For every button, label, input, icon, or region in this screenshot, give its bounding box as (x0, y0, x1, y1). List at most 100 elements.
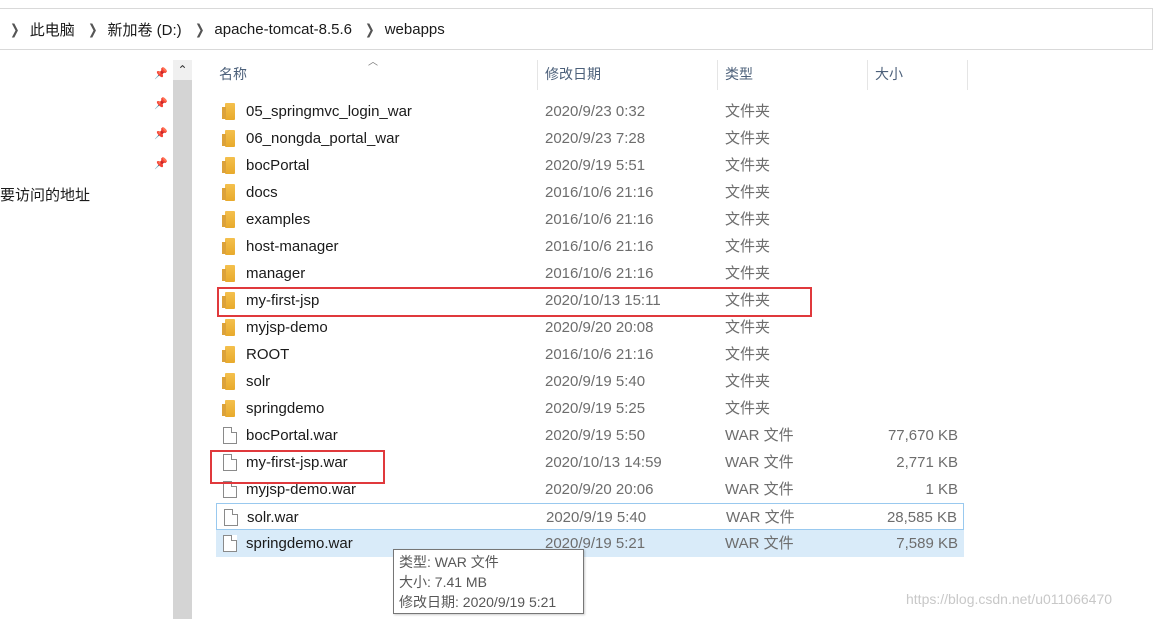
chevron-right-icon[interactable]: ❯ (365, 21, 374, 38)
folder-row[interactable]: manager 2016/10/6 21:16 文件夹 (216, 260, 964, 287)
file-icon (223, 427, 237, 444)
chevron-right-icon[interactable]: ❯ (195, 21, 204, 38)
folder-row[interactable]: solr 2020/9/19 5:40 文件夹 (216, 368, 964, 395)
highlight-box (210, 450, 385, 484)
file-type: 文件夹 (725, 238, 771, 255)
file-type: WAR 文件 (725, 535, 794, 552)
folder-row[interactable]: springdemo 2020/9/19 5:25 文件夹 (216, 395, 964, 422)
file-type: 文件夹 (725, 184, 771, 201)
folder-icon (222, 346, 235, 363)
file-date: 2020/9/20 20:06 (545, 481, 654, 498)
breadcrumb-this-pc[interactable]: 此电脑 (30, 19, 75, 40)
file-name: manager (246, 265, 306, 282)
file-tooltip: 类型: WAR 文件 大小: 7.41 MB 修改日期: 2020/9/19 5… (393, 549, 584, 614)
chevron-right-icon[interactable]: ❯ (88, 21, 97, 38)
file-date: 2020/10/13 14:59 (545, 454, 662, 471)
file-date: 2020/9/19 5:25 (545, 400, 646, 417)
file-type: 文件夹 (725, 346, 771, 363)
file-type: 文件夹 (725, 130, 771, 147)
pin-icon[interactable]: 📌 (154, 127, 168, 141)
folder-row[interactable]: examples 2016/10/6 21:16 文件夹 (216, 206, 964, 233)
file-name: host-manager (246, 238, 339, 255)
highlight-box (217, 287, 812, 317)
folder-icon (222, 400, 235, 417)
tooltip-size: 大小: 7.41 MB (399, 574, 487, 590)
nav-scrollbar[interactable]: ⌃ (173, 60, 192, 619)
file-size: 77,670 KB (887, 427, 958, 444)
file-icon (223, 535, 237, 552)
file-icon (224, 509, 238, 526)
breadcrumb-tomcat[interactable]: apache-tomcat-8.5.6 (214, 21, 352, 38)
folder-icon (222, 157, 235, 174)
file-name: myjsp-demo (246, 319, 328, 336)
breadcrumb-webapps[interactable]: webapps (385, 21, 445, 38)
folder-row[interactable]: host-manager 2016/10/6 21:16 文件夹 (216, 233, 964, 260)
file-type: 文件夹 (725, 265, 771, 282)
address-bar[interactable]: ❯ 此电脑 ❯ 新加卷 (D:) ❯ apache-tomcat-8.5.6 ❯… (0, 8, 1153, 50)
folder-icon (222, 319, 235, 336)
file-type: 文件夹 (725, 319, 771, 336)
nav-item-label[interactable]: 要访问的地址 (0, 184, 90, 205)
file-date: 2020/9/23 7:28 (545, 130, 646, 147)
folder-icon (222, 184, 235, 201)
folder-icon (222, 103, 235, 120)
folder-row[interactable]: 06_nongda_portal_war 2020/9/23 7:28 文件夹 (216, 125, 964, 152)
folder-icon (222, 211, 235, 228)
file-date: 2020/9/19 5:40 (545, 373, 646, 390)
file-size: 1 KB (925, 481, 958, 498)
file-date: 2016/10/6 21:16 (545, 184, 654, 201)
file-row[interactable]: bocPortal.war 2020/9/19 5:50 WAR 文件 77,670 … (216, 422, 964, 449)
column-header-name[interactable]: 名称 (212, 60, 538, 90)
column-header-size[interactable]: 大小 (868, 60, 968, 90)
pin-icon[interactable]: 📌 (154, 67, 168, 81)
file-type: WAR 文件 (725, 427, 794, 444)
file-name: bocPortal (246, 157, 310, 174)
file-name: 05_springmvc_login_war (246, 103, 412, 120)
file-name: ROOT (246, 346, 290, 363)
file-name: solr.war (247, 509, 299, 526)
folder-icon (222, 130, 235, 147)
file-name: examples (246, 211, 311, 228)
navigation-pane: 📌 📌 📌 📌 要访问的地址 (0, 60, 173, 619)
file-date: 2016/10/6 21:16 (545, 238, 654, 255)
file-date: 2016/10/6 21:16 (545, 211, 654, 228)
file-size: 2,771 KB (896, 454, 958, 471)
file-row[interactable]: solr.war 2020/9/19 5:40 WAR 文件 28,585 KB (216, 503, 964, 530)
chevron-right-icon[interactable]: ❯ (10, 21, 19, 38)
file-size: 28,585 KB (886, 509, 957, 526)
file-name: bocPortal.war (246, 427, 338, 444)
file-size: 7,589 KB (896, 535, 958, 552)
file-name: springdemo.war (246, 535, 353, 552)
folder-row[interactable]: docs 2016/10/6 21:16 文件夹 (216, 179, 964, 206)
file-type: WAR 文件 (725, 481, 794, 498)
file-name: springdemo (246, 400, 325, 417)
folder-row[interactable]: ROOT 2016/10/6 21:16 文件夹 (216, 341, 964, 368)
file-row[interactable]: springdemo.war 2020/9/19 5:21 WAR 文件 7,589 … (216, 530, 964, 557)
tooltip-type: 类型: WAR 文件 (399, 554, 499, 570)
tooltip-date: 修改日期: 2020/9/19 5:21 (399, 594, 557, 610)
folder-row[interactable]: bocPortal 2020/9/19 5:51 文件夹 (216, 152, 964, 179)
file-date: 2020/9/19 5:50 (545, 427, 646, 444)
file-type: 文件夹 (725, 373, 771, 390)
scroll-up-icon[interactable]: ⌃ (173, 60, 192, 80)
file-date: 2016/10/6 21:16 (545, 265, 654, 282)
folder-icon (222, 265, 235, 282)
folder-icon (222, 238, 235, 255)
file-type: 文件夹 (725, 157, 771, 174)
file-date: 2020/9/19 5:40 (546, 509, 647, 526)
watermark: https://blog.csdn.net/u011066470 (906, 591, 1113, 607)
column-header-type[interactable]: 类型 (718, 60, 868, 90)
file-name: solr (246, 373, 271, 390)
file-type: WAR 文件 (726, 509, 795, 526)
file-name: docs (246, 184, 278, 201)
pin-icon[interactable]: 📌 (154, 157, 168, 171)
folder-row[interactable]: myjsp-demo 2020/9/20 20:08 文件夹 (216, 314, 964, 341)
file-date: 2020/9/20 20:08 (545, 319, 654, 336)
breadcrumb-drive-d[interactable]: 新加卷 (D:) (107, 19, 181, 40)
file-type: 文件夹 (725, 211, 771, 228)
file-name: 06_nongda_portal_war (246, 130, 400, 147)
file-type: WAR 文件 (725, 454, 794, 471)
pin-icon[interactable]: 📌 (154, 97, 168, 111)
column-header-date[interactable]: 修改日期 (538, 60, 718, 90)
folder-row[interactable]: 05_springmvc_login_war 2020/9/23 0:32 文件夹 (216, 98, 964, 125)
